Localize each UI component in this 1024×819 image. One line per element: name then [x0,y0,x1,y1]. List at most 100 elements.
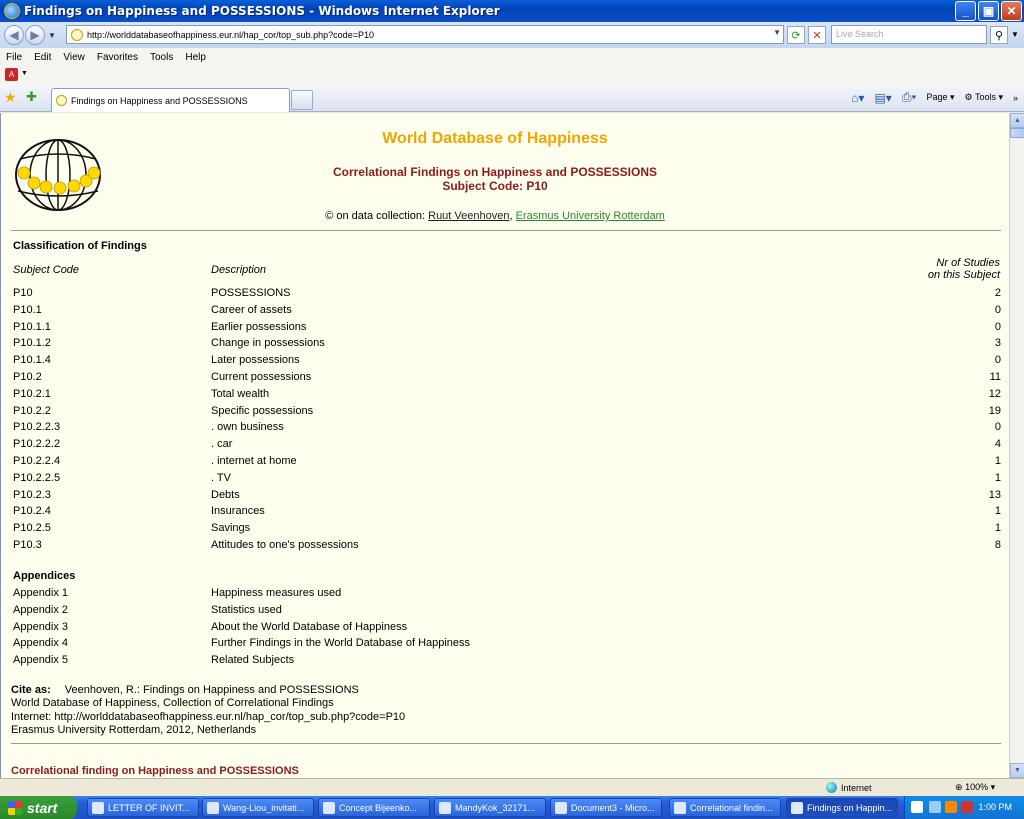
taskbar-task[interactable]: Correlational findin... [669,798,781,817]
appendix-code[interactable]: Appendix 4 [13,637,68,649]
row-subject-code[interactable]: P10.1.1 [13,321,51,333]
table-row[interactable]: P10.2.2.3 . own business 0 [13,421,1001,438]
table-row[interactable]: P10.1.2 Change in possessions 3 [13,337,1001,354]
menu-file[interactable]: File [6,52,22,63]
table-row[interactable]: P10.2.2.5 . TV 1 [13,472,1001,489]
taskbar-task[interactable]: MandyKok_32171... [434,798,546,817]
appendix-code[interactable]: Appendix 5 [13,654,68,666]
table-row[interactable]: P10.3 Attitudes to one's possessions 8 [13,539,1001,556]
menu-favorites[interactable]: Favorites [97,52,138,63]
pdf-dropdown[interactable]: ▼ [21,70,28,77]
row-description[interactable]: Earlier possessions [211,321,306,333]
list-item[interactable]: Appendix 3 About the World Database of Ha… [13,621,1001,638]
menu-help[interactable]: Help [185,52,206,63]
refresh-button[interactable]: ⟳ [787,26,805,44]
window-title-bar[interactable]: Findings on Happiness and POSSESSIONS - … [0,0,1024,22]
list-item[interactable]: Appendix 1 Happiness measures used [13,587,1001,604]
row-subject-code[interactable]: P10.2.2.4 [13,455,60,467]
row-subject-code[interactable]: P10.1 [13,304,42,316]
row-subject-code[interactable]: P10.2.2.3 [13,421,60,433]
taskbar-task[interactable]: Document3 - Micro... [550,798,662,817]
tray-app-icon[interactable] [945,801,957,813]
search-options-dropdown[interactable]: ▼ [1011,30,1019,39]
table-row[interactable]: P10.1.1 Earlier possessions 0 [13,321,1001,338]
author-link[interactable]: Ruut Veenhoven [428,210,509,222]
favorites-star-icon[interactable]: ★ [4,89,17,106]
appendix-description[interactable]: Happiness measures used [211,587,341,599]
row-subject-code[interactable]: P10.2 [13,371,42,383]
help-icon[interactable] [911,801,923,813]
row-description[interactable]: Insurances [211,505,265,517]
row-subject-code[interactable]: P10.2.1 [13,388,51,400]
table-row[interactable]: P10.1 Career of assets 0 [13,304,1001,321]
table-row[interactable]: P10.2.2 Specific possessions 19 [13,405,1001,422]
row-subject-code[interactable]: P10.2.2.5 [13,472,60,484]
search-button[interactable]: ⚲ [990,26,1008,44]
table-row[interactable]: P10.2.2.4 . internet at home 1 [13,455,1001,472]
taskbar-task[interactable]: Findings on Happin... [786,798,898,817]
table-row[interactable]: P10.1.4 Later possessions 0 [13,354,1001,371]
page-menu[interactable]: Page ▾ [926,92,954,103]
row-subject-code[interactable]: P10.2.2 [13,405,51,417]
appendix-description[interactable]: About the World Database of Happiness [211,621,407,633]
taskbar-task[interactable]: Concept Bijeenko... [318,798,430,817]
row-description[interactable]: . own business [211,421,284,433]
scroll-up-arrow[interactable]: ▲ [1010,113,1024,128]
stop-button[interactable]: ✕ [808,26,826,44]
row-description[interactable]: Total wealth [211,388,269,400]
maximize-button[interactable]: ▣ [978,1,999,21]
appendix-code[interactable]: Appendix 1 [13,587,68,599]
list-item[interactable]: Appendix 2 Statistics used [13,604,1001,621]
address-url[interactable]: http://worlddatabaseofhappiness.eur.nl/h… [87,30,374,40]
row-description[interactable]: POSSESSIONS [211,287,290,299]
row-description[interactable]: . internet at home [211,455,297,467]
chevron-more-icon[interactable]: » [1013,93,1018,103]
table-row[interactable]: P10 POSSESSIONS 2 [13,287,1001,304]
security-zone[interactable]: Internet [826,782,872,793]
start-button[interactable]: start [0,796,77,819]
row-description[interactable]: Specific possessions [211,405,313,417]
menu-view[interactable]: View [63,52,85,63]
close-button[interactable]: ✕ [1001,1,1022,21]
appendix-description[interactable]: Statistics used [211,604,282,616]
row-description[interactable]: . TV [211,472,231,484]
history-dropdown[interactable]: ▼ [48,31,56,40]
appendix-code[interactable]: Appendix 3 [13,621,68,633]
scroll-down-arrow[interactable]: ▼ [1010,763,1024,778]
correlational-finding-heading[interactable]: Correlational finding on Happiness and P… [11,765,299,777]
taskbar-task[interactable]: Wang-Liou_invitati... [202,798,314,817]
menu-edit[interactable]: Edit [34,52,51,63]
row-description[interactable]: . car [211,438,232,450]
vertical-scrollbar[interactable]: ▲ ▼ [1009,113,1024,778]
tab-findings[interactable]: Findings on Happiness and POSSESSIONS [51,88,290,112]
address-dropdown[interactable]: ▼ [773,28,781,37]
row-subject-code[interactable]: P10.1.2 [13,337,51,349]
row-subject-code[interactable]: P10 [13,287,33,299]
row-description[interactable]: Current possessions [211,371,311,383]
row-subject-code[interactable]: P10.2.2.2 [13,438,60,450]
appendix-description[interactable]: Further Findings in the World Database o… [211,637,470,649]
feeds-icon[interactable]: ▤▾ [874,91,891,105]
back-button[interactable]: ◀ [4,25,24,45]
print-icon[interactable]: ⎙▾ [902,90,917,105]
tools-menu[interactable]: ⚙ Tools ▾ [965,92,1003,103]
table-row[interactable]: P10.2.3 Debts 13 [13,489,1001,506]
table-row[interactable]: P10.2.2.2 . car 4 [13,438,1001,455]
list-item[interactable]: Appendix 5 Related Subjects [13,654,1001,671]
table-row[interactable]: P10.2.4 Insurances 1 [13,505,1001,522]
row-subject-code[interactable]: P10.2.4 [13,505,51,517]
pdf-icon[interactable]: A [5,68,18,81]
minimize-button[interactable]: _ [955,1,976,21]
scroll-thumb[interactable] [1010,128,1024,138]
address-bar[interactable]: http://worlddatabaseofhappiness.eur.nl/h… [66,25,784,44]
row-subject-code[interactable]: P10.2.3 [13,489,51,501]
row-subject-code[interactable]: P10.3 [13,539,42,551]
university-link[interactable]: Erasmus University Rotterdam [516,210,665,222]
table-row[interactable]: P10.2.1 Total wealth 12 [13,388,1001,405]
table-row[interactable]: P10.2.5 Savings 1 [13,522,1001,539]
security-icon[interactable] [961,801,973,813]
search-input[interactable]: Live Search [831,25,987,44]
table-row[interactable]: P10.2 Current possessions 11 [13,371,1001,388]
row-description[interactable]: Later possessions [211,354,300,366]
new-tab-button[interactable] [291,90,313,110]
